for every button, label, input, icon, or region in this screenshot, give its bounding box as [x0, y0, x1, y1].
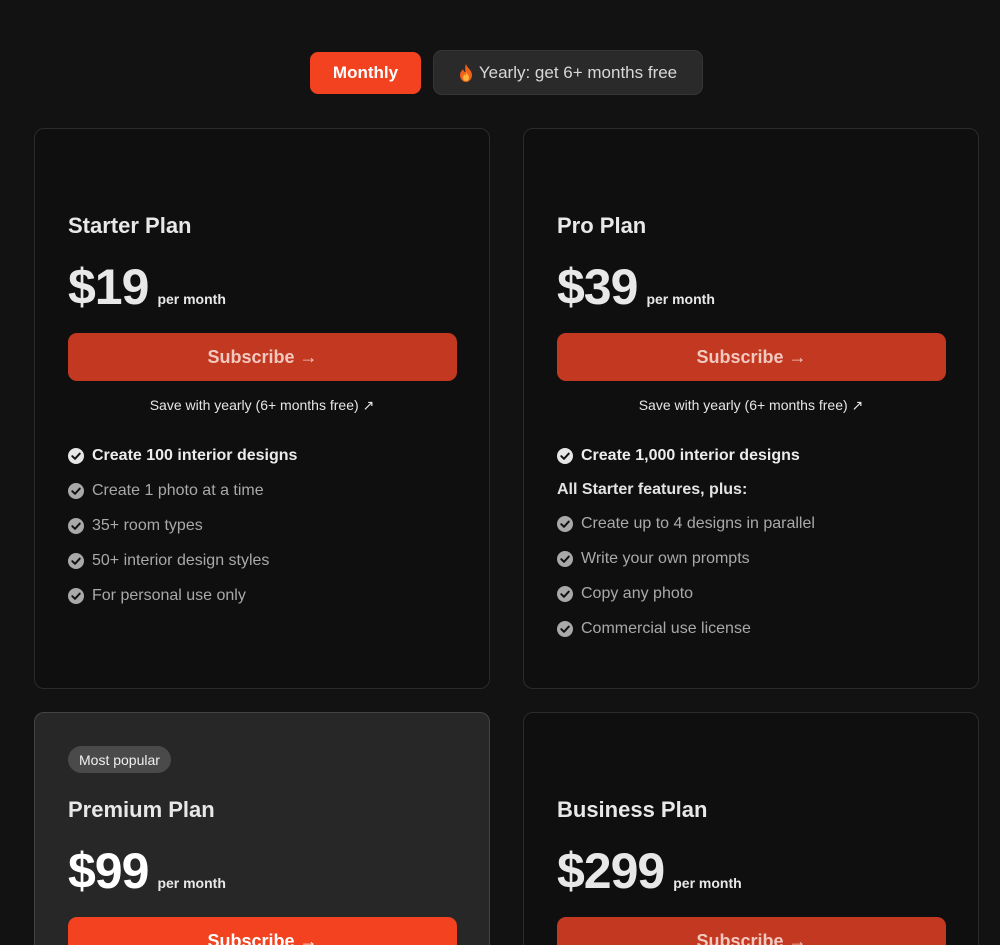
subscribe-button[interactable]: Subscribe → [557, 917, 946, 945]
feature-label: Write your own prompts [581, 549, 750, 567]
feature-label: Create up to 4 designs in parallel [581, 514, 815, 532]
pricing-page: Monthly Yearly: get 6+ months free Start… [0, 0, 1000, 945]
subscribe-button[interactable]: Subscribe → [68, 333, 457, 381]
price-row: $39 per month [557, 261, 715, 313]
feature-item: For personal use only [68, 578, 469, 613]
subscribe-label: Subscribe → [696, 346, 807, 367]
feature-item: Create up to 4 designs in parallel [557, 506, 958, 541]
plan-price: $299 [557, 843, 665, 899]
monthly-toggle-button[interactable]: Monthly [310, 52, 421, 94]
feature-item: Create 1 photo at a time [68, 473, 469, 508]
check-circle-icon [557, 585, 573, 602]
feature-subheading: All Starter features, plus: [557, 480, 748, 498]
feature-item: 35+ room types [68, 508, 469, 543]
check-circle-icon [557, 620, 573, 637]
plan-card-pro: Pro Plan $39 per month Subscribe → Save … [523, 128, 979, 689]
price-row: $99 per month [68, 845, 226, 897]
plan-price: $99 [68, 843, 149, 899]
plan-card-business: Business Plan $299 per month Subscribe → [523, 712, 979, 945]
plan-card-starter: Starter Plan $19 per month Subscribe → S… [34, 128, 490, 689]
check-circle-icon [557, 515, 573, 532]
feature-label: 35+ room types [92, 516, 203, 534]
price-period: per month [157, 875, 226, 891]
price-row: $299 per month [557, 845, 742, 897]
subscribe-label: Subscribe → [207, 930, 318, 945]
feature-item: Copy any photo [557, 576, 958, 611]
feature-label: 50+ interior design styles [92, 551, 270, 569]
check-circle-icon [557, 550, 573, 567]
feature-label: Create 1,000 interior designs [581, 446, 800, 464]
check-circle-icon [68, 447, 84, 464]
feature-list: Create 100 interior designs Create 1 pho… [68, 438, 469, 613]
billing-toggle: Monthly Yearly: get 6+ months free [0, 50, 1000, 96]
yearly-toggle-label: Yearly: get 6+ months free [478, 62, 678, 82]
feature-label: Commercial use license [581, 619, 751, 637]
plan-price: $19 [68, 259, 149, 315]
save-with-yearly-link[interactable]: Save with yearly (6+ months free) ↗ [524, 397, 978, 414]
feature-item: Write your own prompts [557, 541, 958, 576]
plan-name: Business Plan [557, 797, 708, 822]
subscribe-button[interactable]: Subscribe → [68, 917, 457, 945]
save-with-yearly-link[interactable]: Save with yearly (6+ months free) ↗ [35, 397, 489, 414]
price-period: per month [646, 291, 715, 307]
check-circle-icon [557, 447, 573, 464]
price-period: per month [157, 291, 226, 307]
price-row: $19 per month [68, 261, 226, 313]
subscribe-label: Subscribe → [696, 930, 807, 945]
feature-item: Commercial use license [557, 611, 958, 646]
check-circle-icon [68, 517, 84, 534]
feature-label: Copy any photo [581, 584, 694, 602]
feature-item: Create 100 interior designs [68, 438, 469, 473]
feature-item: Create 1,000 interior designs [557, 438, 958, 473]
plan-card-premium: Most popular Premium Plan $99 per month … [34, 712, 490, 945]
monthly-toggle-label: Monthly [332, 63, 399, 82]
check-circle-icon [68, 587, 84, 604]
feature-label: For personal use only [92, 586, 246, 604]
check-circle-icon [68, 552, 84, 569]
plan-name: Premium Plan [68, 797, 215, 822]
plan-price: $39 [557, 259, 638, 315]
feature-label: Create 100 interior designs [92, 446, 298, 464]
check-circle-icon [68, 482, 84, 499]
price-period: per month [673, 875, 742, 891]
feature-item: 50+ interior design styles [68, 543, 469, 578]
subscribe-label: Subscribe → [207, 346, 318, 367]
flame-icon [459, 63, 472, 82]
most-popular-badge: Most popular [68, 746, 171, 773]
feature-label: Create 1 photo at a time [92, 481, 264, 499]
yearly-toggle-button[interactable]: Yearly: get 6+ months free [433, 50, 703, 95]
feature-list: Create 1,000 interior designs All Starte… [557, 438, 958, 646]
subscribe-button[interactable]: Subscribe → [557, 333, 946, 381]
plan-name: Starter Plan [68, 213, 192, 238]
plan-name: Pro Plan [557, 213, 647, 238]
